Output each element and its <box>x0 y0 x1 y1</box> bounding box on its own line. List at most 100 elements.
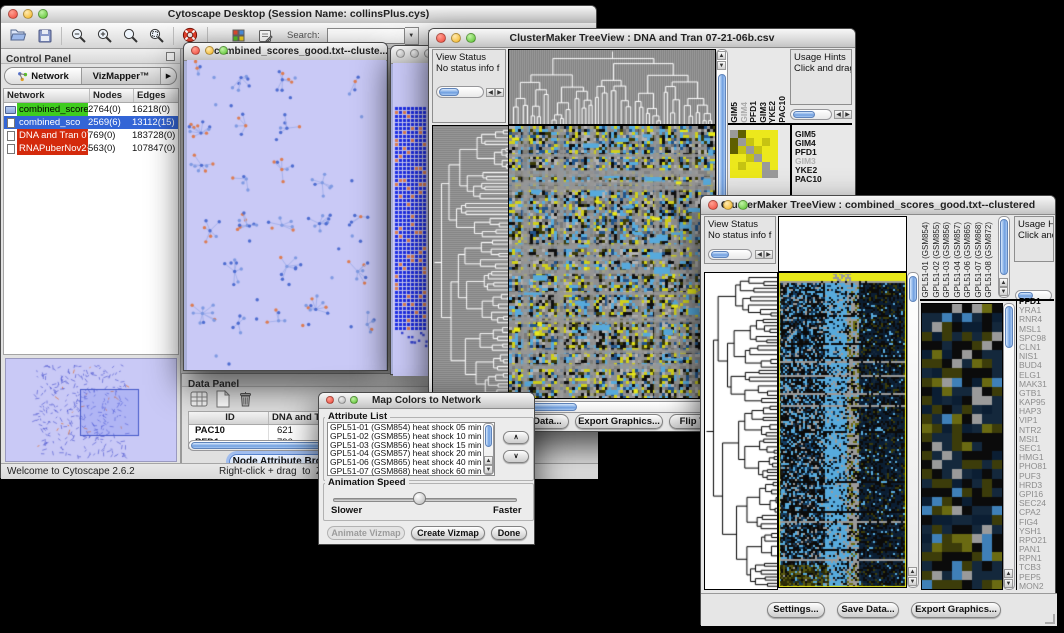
scroll-down-icon[interactable]: ▼ <box>1004 579 1013 588</box>
scroll-right-icon[interactable]: ▶ <box>495 88 504 97</box>
gene-label[interactable]: MON2 <box>1019 582 1055 591</box>
attribute-item[interactable]: GPL51-06 (GSM865) heat shock 40 min <box>328 458 494 467</box>
network-table-header[interactable]: Network Nodes Edges <box>4 89 178 103</box>
column-label[interactable]: PAC10 <box>778 96 788 123</box>
network-tree-row[interactable]: DNA and Tran 07769(0)183728(0) <box>4 129 178 142</box>
animation-slider-thumb[interactable] <box>413 492 426 505</box>
resize-grip[interactable] <box>1045 614 1055 624</box>
scroll-left-icon[interactable]: ◀ <box>486 88 495 97</box>
network-tree-row[interactable]: combined_sco2569(6)13112(15) <box>4 116 178 129</box>
matrix-cell[interactable] <box>770 138 778 146</box>
zoom-out-icon[interactable] <box>69 26 88 46</box>
close-button[interactable] <box>8 9 18 19</box>
float-panel-icon[interactable] <box>166 52 175 61</box>
close-button[interactable] <box>191 46 200 55</box>
column-labels-vscrollbar[interactable]: ▲ ▼ <box>998 216 1010 298</box>
close-button[interactable] <box>708 200 718 210</box>
column-label[interactable]: GPL51-01 (GSM854) <box>921 222 932 298</box>
new-attribute-icon[interactable] <box>215 390 231 413</box>
matrix-cell[interactable] <box>770 146 778 154</box>
save-data-button[interactable]: Save Data... <box>837 602 899 618</box>
row-label[interactable]: PAC10 <box>795 175 851 184</box>
search-dropdown-icon[interactable]: ▼ <box>405 27 419 45</box>
open-file-icon[interactable] <box>9 26 28 46</box>
matrix-cell[interactable] <box>770 170 778 178</box>
attribute-item[interactable]: GPL51-04 (GSM857) heat shock 20 min <box>328 449 494 458</box>
column-dendrogram-area[interactable] <box>778 216 907 272</box>
save-icon[interactable] <box>35 26 54 46</box>
matrix-cell[interactable] <box>754 154 762 162</box>
view-status-hscrollbar[interactable] <box>708 249 752 260</box>
create-vizmap-button[interactable]: Create Vizmap <box>411 526 485 540</box>
export-graphics-button[interactable]: Export Graphics... <box>575 414 663 429</box>
matrix-cell[interactable] <box>746 170 754 178</box>
matrix-cell[interactable] <box>754 162 762 170</box>
close-button[interactable] <box>396 49 405 58</box>
matrix-cell[interactable] <box>730 162 738 170</box>
column-label[interactable]: GPL51-06 (GSM865) <box>963 222 974 298</box>
matrix-cell[interactable] <box>754 170 762 178</box>
row-dendrogram[interactable] <box>704 272 778 590</box>
tab-vizmapper[interactable]: VizMapper™ <box>82 68 160 84</box>
attribute-item[interactable]: GPL51-07 (GSM868) heat shock 60 min <box>328 467 494 476</box>
matrix-cell[interactable] <box>746 162 754 170</box>
dialog-titlebar[interactable]: Map Colors to Network <box>319 393 534 409</box>
view-status-hscrollbar[interactable] <box>436 86 484 98</box>
minimize-button[interactable] <box>23 9 33 19</box>
zoom-button[interactable] <box>350 396 358 404</box>
close-button[interactable] <box>436 33 446 43</box>
matrix-cell[interactable] <box>738 130 746 138</box>
matrix-cell[interactable] <box>738 162 746 170</box>
minimize-button[interactable] <box>410 49 419 58</box>
attribute-list[interactable]: GPL51-01 (GSM854) heat shock 05 minGPL51… <box>327 422 495 476</box>
attribute-item[interactable]: GPL51-02 (GSM855) heat shock 10 min <box>328 432 494 441</box>
scroll-down-icon[interactable]: ▼ <box>717 61 726 70</box>
matrix-cell[interactable] <box>730 154 738 162</box>
scroll-right-icon[interactable]: ▶ <box>764 250 773 259</box>
minimize-button[interactable] <box>723 200 733 210</box>
matrix-cell[interactable] <box>738 170 746 178</box>
export-graphics-button[interactable]: Export Graphics... <box>911 602 1001 618</box>
heatmap-hscrollbar[interactable] <box>508 401 715 413</box>
matrix-cell[interactable] <box>746 154 754 162</box>
scroll-up-icon[interactable]: ▲ <box>484 456 493 465</box>
column-label[interactable]: GPL51-04 (GSM857) <box>953 222 964 298</box>
tab-network[interactable]: Network <box>5 68 82 84</box>
matrix-cell[interactable] <box>738 154 746 162</box>
treeview-dna-titlebar[interactable]: ClusterMaker TreeView : DNA and Tran 07-… <box>429 29 855 48</box>
matrix-cell[interactable] <box>762 138 770 146</box>
scroll-down-icon[interactable]: ▼ <box>484 465 493 474</box>
network-view-2-titlebar[interactable] <box>391 46 429 64</box>
treeview-combined-titlebar[interactable]: ClusterMaker TreeView : combined_scores_… <box>701 196 1055 215</box>
zoom-detail-matrix[interactable] <box>730 130 778 178</box>
column-label[interactable]: GPL51-02 (GSM855) <box>932 222 943 298</box>
delete-attribute-icon[interactable] <box>237 390 254 413</box>
matrix-cell[interactable] <box>746 130 754 138</box>
attribute-list-vscrollbar[interactable]: ▲ ▼ <box>483 423 494 475</box>
matrix-cell[interactable] <box>754 130 762 138</box>
column-label[interactable]: GPL51-07 (GSM868) <box>974 222 985 298</box>
matrix-cell[interactable] <box>738 146 746 154</box>
matrix-cell[interactable] <box>730 138 738 146</box>
matrix-cell[interactable] <box>770 162 778 170</box>
zoom-selected-icon[interactable] <box>121 26 140 46</box>
move-down-button[interactable]: ∨ <box>503 450 529 463</box>
column-dendrogram[interactable] <box>508 49 716 125</box>
tab-overflow-icon[interactable]: ▶ <box>160 68 176 84</box>
zoom-in-icon[interactable] <box>95 26 114 46</box>
scroll-down-icon[interactable]: ▼ <box>908 577 917 586</box>
expression-heatmap[interactable] <box>778 272 907 588</box>
select-columns-icon[interactable] <box>190 391 209 413</box>
row-dendrogram[interactable] <box>432 125 510 399</box>
minimize-button[interactable] <box>451 33 461 43</box>
attribute-item[interactable]: GPL51-03 (GSM856) heat shock 15 min <box>328 441 494 450</box>
zoom-fit-icon[interactable] <box>147 26 166 46</box>
settings-button[interactable]: Settings... <box>767 602 825 618</box>
main-titlebar[interactable]: Cytoscape Desktop (Session Name: collins… <box>1 6 596 24</box>
network-canvas[interactable] <box>187 60 386 370</box>
matrix-cell[interactable] <box>746 138 754 146</box>
move-up-button[interactable]: ∧ <box>503 431 529 444</box>
matrix-cell[interactable] <box>746 146 754 154</box>
zoom-button[interactable] <box>466 33 476 43</box>
matrix-cell[interactable] <box>762 162 770 170</box>
